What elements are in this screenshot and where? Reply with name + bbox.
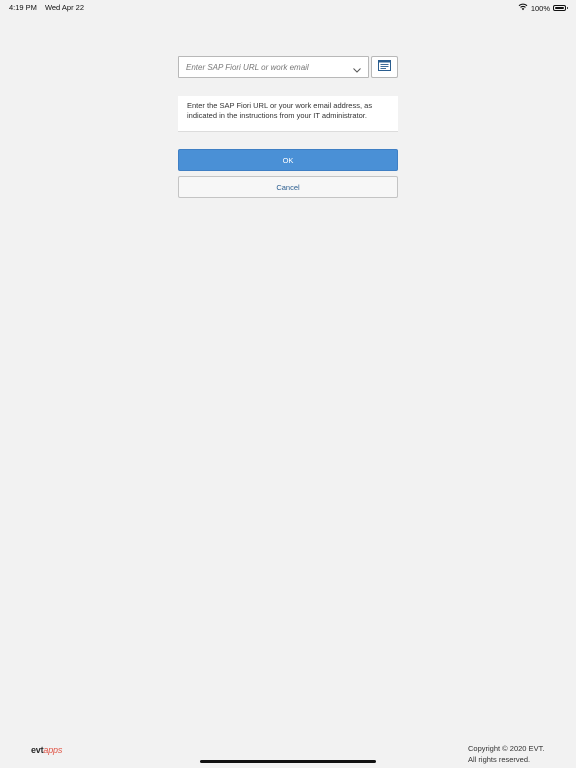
- login-screen: 4:19 PM Wed Apr 22 100% Enter SAP Fiori …: [0, 0, 576, 768]
- help-text-box: Enter the SAP Fiori URL or your work ema…: [178, 96, 398, 132]
- home-indicator[interactable]: [200, 760, 376, 763]
- evtapps-logo: evtapps: [31, 745, 62, 755]
- wifi-icon: [518, 3, 528, 13]
- help-text: Enter the SAP Fiori URL or your work ema…: [187, 101, 373, 120]
- url-input-row: [178, 56, 398, 78]
- chevron-down-icon[interactable]: [352, 62, 362, 73]
- ok-button[interactable]: OK: [178, 149, 398, 171]
- logo-evt-text: evt: [31, 745, 44, 755]
- status-left: 4:19 PM Wed Apr 22: [9, 3, 84, 12]
- status-bar: 4:19 PM Wed Apr 22 100%: [0, 0, 576, 14]
- battery-icon: [553, 5, 568, 11]
- status-time: 4:19 PM: [9, 3, 37, 12]
- document-button[interactable]: [371, 56, 398, 78]
- cancel-button-label: Cancel: [276, 182, 300, 192]
- copyright-line-1: Copyright © 2020 EVT.: [468, 744, 545, 753]
- document-icon: [378, 58, 391, 76]
- url-input[interactable]: [186, 57, 346, 77]
- copyright-line-2: All rights reserved.: [468, 755, 531, 764]
- logo-apps-text: apps: [43, 745, 63, 755]
- battery-percent: 100%: [530, 3, 550, 13]
- status-right: 100%: [518, 3, 568, 13]
- ok-button-label: OK: [282, 155, 294, 165]
- copyright-notice: Copyright © 2020 EVT. All rights reserve…: [468, 743, 544, 765]
- status-date: Wed Apr 22: [44, 3, 84, 12]
- url-combobox[interactable]: [178, 56, 369, 78]
- cancel-button[interactable]: Cancel: [178, 176, 398, 198]
